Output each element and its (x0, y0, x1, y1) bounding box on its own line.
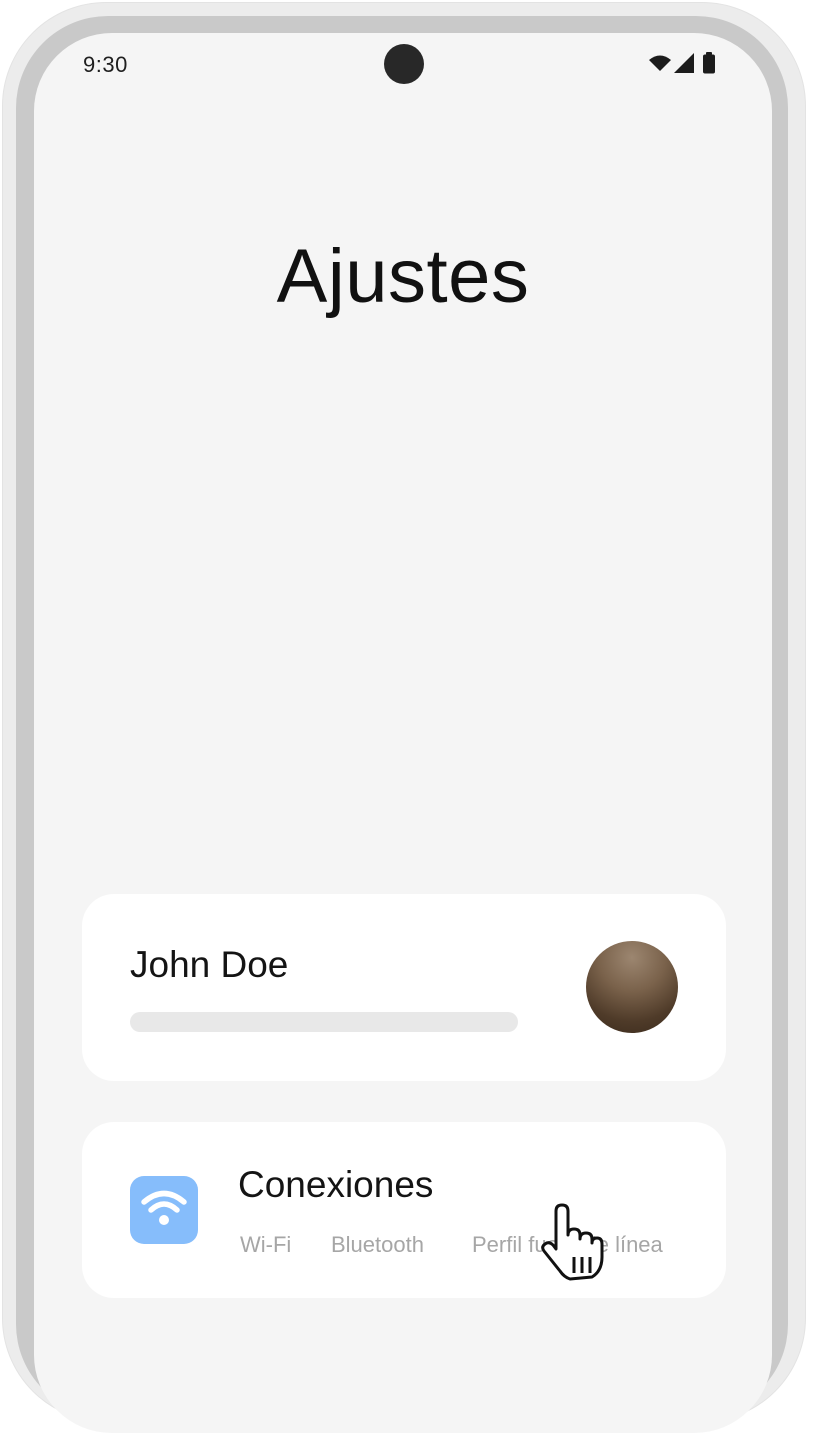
hand-pointer-cursor-icon (541, 1203, 604, 1281)
wifi-icon (649, 55, 671, 71)
cellular-signal-icon (674, 53, 694, 73)
status-icons (649, 52, 715, 74)
battery-icon (703, 52, 715, 74)
front-camera (384, 44, 424, 84)
connections-icon-tile (130, 1176, 198, 1244)
connections-subitem-wifi: Wi-Fi (240, 1232, 292, 1257)
profile-card[interactable]: John Doe (82, 894, 726, 1081)
status-time: 9:30 (83, 52, 128, 77)
profile-name: John Doe (130, 944, 289, 985)
status-bar: 9:30 (34, 33, 772, 97)
page-title: Ajustes (276, 234, 530, 319)
phone-screen: 9:30 Ajustes John Doe Conexiones Wi-Fi B… (34, 33, 772, 1433)
wifi-icon (141, 1190, 187, 1225)
connections-title: Conexiones (238, 1164, 434, 1205)
connections-card[interactable]: Conexiones Wi-Fi Bluetooth Perfil fuera … (82, 1122, 726, 1298)
profile-subtitle-placeholder (130, 1012, 518, 1032)
avatar[interactable] (586, 941, 678, 1033)
connections-subitem-bluetooth: Bluetooth (331, 1232, 424, 1257)
